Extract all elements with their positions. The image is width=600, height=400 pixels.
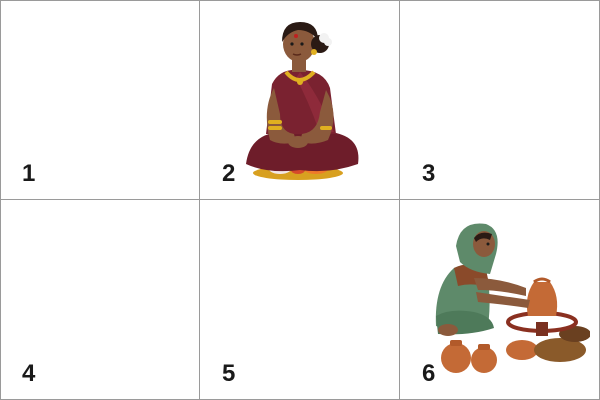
cell-number-3: 3 xyxy=(422,160,436,187)
grid-cell-5[interactable]: 5 xyxy=(200,200,400,400)
cell-number-4: 4 xyxy=(22,360,36,387)
grid-cell-1[interactable]: 1 xyxy=(0,0,200,200)
woman-potter-at-wheel-image xyxy=(430,216,590,381)
woman-seated-with-spice-plate-image xyxy=(240,14,365,184)
cell-number-1: 1 xyxy=(22,160,36,187)
puzzle-grid: 1 2 3 4 5 6 xyxy=(0,0,600,400)
grid-cell-6[interactable]: 6 xyxy=(400,200,600,400)
grid-cell-4[interactable]: 4 xyxy=(0,200,200,400)
grid-cell-2[interactable]: 2 xyxy=(200,0,400,200)
cell-number-5: 5 xyxy=(222,360,236,387)
cell-number-6: 6 xyxy=(422,360,436,387)
cell-number-2: 2 xyxy=(222,160,236,187)
grid-cell-3[interactable]: 3 xyxy=(400,0,600,200)
